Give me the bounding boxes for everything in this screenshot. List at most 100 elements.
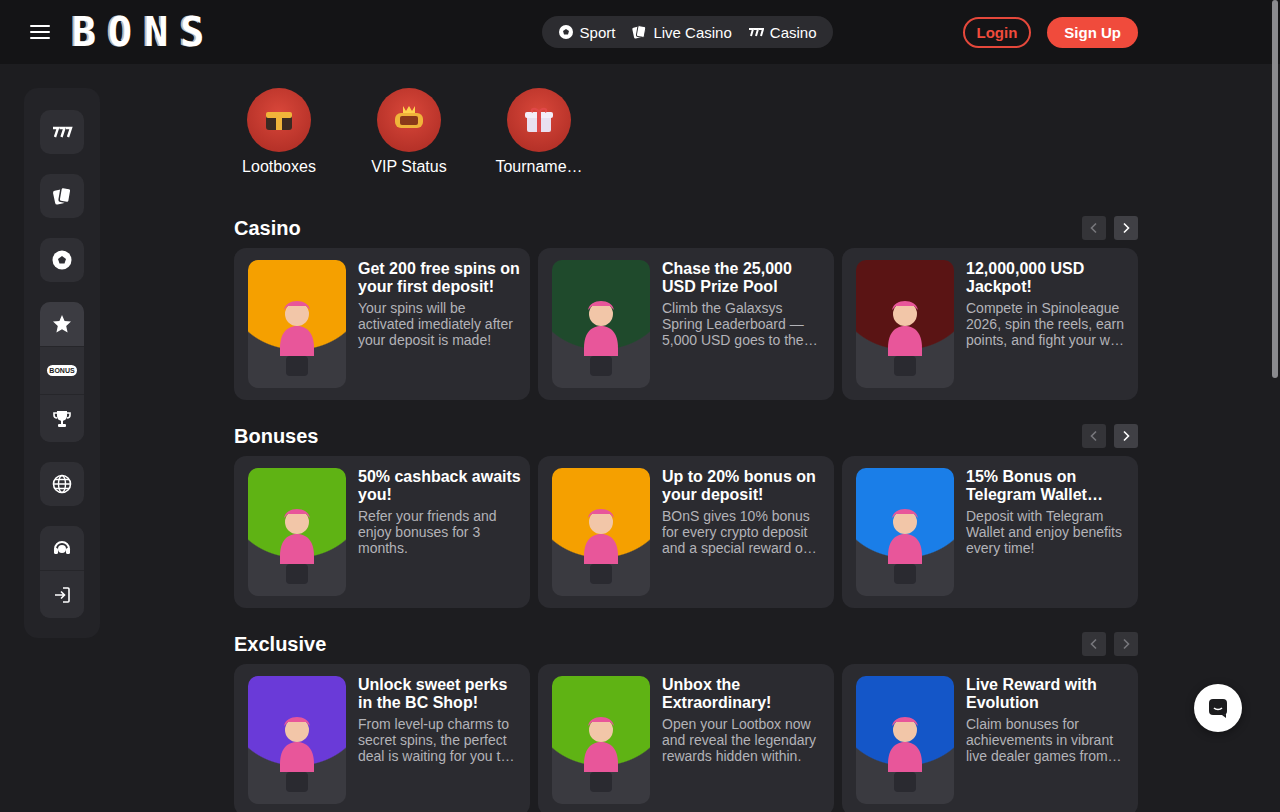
top-bar: BONS SportLive CasinoCasino Login Sign Up (0, 0, 1280, 64)
promo-image (552, 260, 650, 388)
menu-button[interactable] (30, 24, 50, 40)
sidebar-group: BONUS (40, 302, 84, 442)
sidebar-item[interactable] (40, 570, 84, 618)
section-title: Bonuses (234, 425, 318, 448)
next-button[interactable] (1114, 216, 1138, 240)
sidebar-item[interactable] (40, 526, 84, 570)
quick-link-icon (377, 88, 441, 152)
sidebar-item[interactable] (40, 238, 84, 282)
card-text: Climb the Galaxsys Spring Leaderboard — … (662, 300, 826, 348)
sidebar-item[interactable]: BONUS (40, 346, 84, 394)
promo-card[interactable]: Unbox the Extraordinary! Open your Lootbo… (538, 664, 834, 812)
page: BONSSportLive CasinoCasinoLoginSign UpBO… (0, 0, 1280, 812)
quick-link[interactable]: Tourname… (494, 88, 584, 186)
sidebar: BONUS (24, 88, 100, 638)
ball-icon (558, 24, 574, 40)
chat-button[interactable] (1194, 684, 1242, 732)
promo-image (248, 260, 346, 388)
promo-card[interactable]: Live Reward with EvolutionClaim bonuses … (842, 664, 1138, 812)
card-text: Compete in Spinoleague 2026, spin the re… (966, 300, 1130, 348)
sidebar-item[interactable] (40, 462, 84, 506)
body: BONUS Lootboxes VIP Status Tourname… Casino G… (0, 64, 1280, 812)
promo-card[interactable]: 12,000,000 USD Jackpot!Compete in Spinol… (842, 248, 1138, 400)
card-text: Refer your friends and enjoy bonuses for… (358, 508, 522, 556)
chat-icon (1207, 697, 1229, 719)
character-icon (870, 704, 940, 804)
chevron-left-icon (1088, 430, 1100, 442)
prev-button[interactable] (1082, 632, 1106, 656)
slots-icon (748, 24, 764, 40)
signup-button[interactable]: Sign Up (1047, 17, 1138, 48)
promo-image (552, 468, 650, 596)
promo-card[interactable]: Get 200 free spins on your first deposit… (234, 248, 530, 400)
main-content: Lootboxes VIP Status Tourname… Casino Get 20… (234, 88, 1138, 812)
character-icon (566, 288, 636, 388)
sidebar-group (40, 462, 84, 506)
card-text: Open your Lootbox now and reveal the leg… (662, 716, 826, 764)
star-icon (51, 313, 73, 335)
quick-link-icon (247, 88, 311, 152)
gift-icon (519, 100, 559, 140)
chevron-right-icon (1120, 430, 1132, 442)
main-nav: SportLive CasinoCasino (542, 16, 833, 48)
prev-button[interactable] (1082, 424, 1106, 448)
logo[interactable]: BONS (72, 12, 216, 52)
carousel-arrows (1082, 632, 1138, 656)
cards-icon (631, 24, 647, 40)
chevron-right-icon (1120, 222, 1132, 234)
slots-icon (51, 121, 73, 143)
card-title: Unbox the Extraordinary! (662, 676, 826, 712)
promo-image (248, 468, 346, 596)
prev-button[interactable] (1082, 216, 1106, 240)
hamburger-icon (30, 24, 50, 40)
promo-section: Exclusive Unlock sweet perks in the BC Sh… (234, 632, 1138, 812)
character-icon (566, 704, 636, 804)
promo-image (856, 260, 954, 388)
nav-item[interactable]: Live Casino (623, 24, 739, 41)
quick-link[interactable]: VIP Status (364, 88, 454, 186)
login-icon (51, 584, 73, 606)
character-icon (262, 288, 332, 388)
sidebar-item[interactable] (40, 110, 84, 154)
card-row: Get 200 free spins on your first deposit… (234, 248, 1138, 400)
character-icon (566, 496, 636, 596)
section-title: Casino (234, 217, 301, 240)
promo-card[interactable]: 15% Bonus on Telegram Wallet…Deposit wit… (842, 456, 1138, 608)
nav-item[interactable]: Casino (740, 24, 825, 41)
sidebar-item[interactable] (40, 174, 84, 218)
character-icon (870, 496, 940, 596)
sidebar-group (40, 526, 84, 618)
quick-links: Lootboxes VIP Status Tourname… (234, 88, 1138, 186)
character-icon (262, 496, 332, 596)
next-button[interactable] (1114, 632, 1138, 656)
login-button[interactable]: Login (963, 17, 1032, 48)
card-title: Unlock sweet perks in the BC Shop! (358, 676, 522, 712)
promo-section: Bonuses 50% cashback awaits you!Refer you… (234, 424, 1138, 608)
promo-card[interactable]: Up to 20% bonus on your deposit! BOnS giv… (538, 456, 834, 608)
promo-card[interactable]: Chase the 25,000 USD Prize Pool Climb the… (538, 248, 834, 400)
promo-image (856, 468, 954, 596)
next-button[interactable] (1114, 424, 1138, 448)
scrollbar[interactable] (1272, 0, 1278, 378)
cards-icon (51, 185, 73, 207)
sidebar-item[interactable] (40, 394, 84, 442)
promo-card[interactable]: Unlock sweet perks in the BC Shop!From l… (234, 664, 530, 812)
card-text: BOnS gives 10% bonus for every crypto de… (662, 508, 826, 556)
auth-buttons: Login Sign Up (963, 17, 1139, 48)
card-title: Chase the 25,000 USD Prize Pool (662, 260, 826, 296)
quick-link[interactable]: Lootboxes (234, 88, 324, 186)
sidebar-item[interactable] (40, 302, 84, 346)
promo-card[interactable]: 50% cashback awaits you!Refer your frien… (234, 456, 530, 608)
card-title: Get 200 free spins on your first deposit… (358, 260, 522, 296)
card-row: Unlock sweet perks in the BC Shop!From l… (234, 664, 1138, 812)
promo-image (856, 676, 954, 804)
sidebar-group (40, 110, 84, 154)
carousel-arrows (1082, 424, 1138, 448)
card-title: Up to 20% bonus on your deposit! (662, 468, 826, 504)
lootbox-icon (259, 100, 299, 140)
section-header: Exclusive (234, 632, 1138, 656)
nav-item[interactable]: Sport (550, 24, 624, 41)
bonus-badge: BONUS (47, 365, 76, 376)
ball-icon (51, 249, 73, 271)
chevron-left-icon (1088, 222, 1100, 234)
